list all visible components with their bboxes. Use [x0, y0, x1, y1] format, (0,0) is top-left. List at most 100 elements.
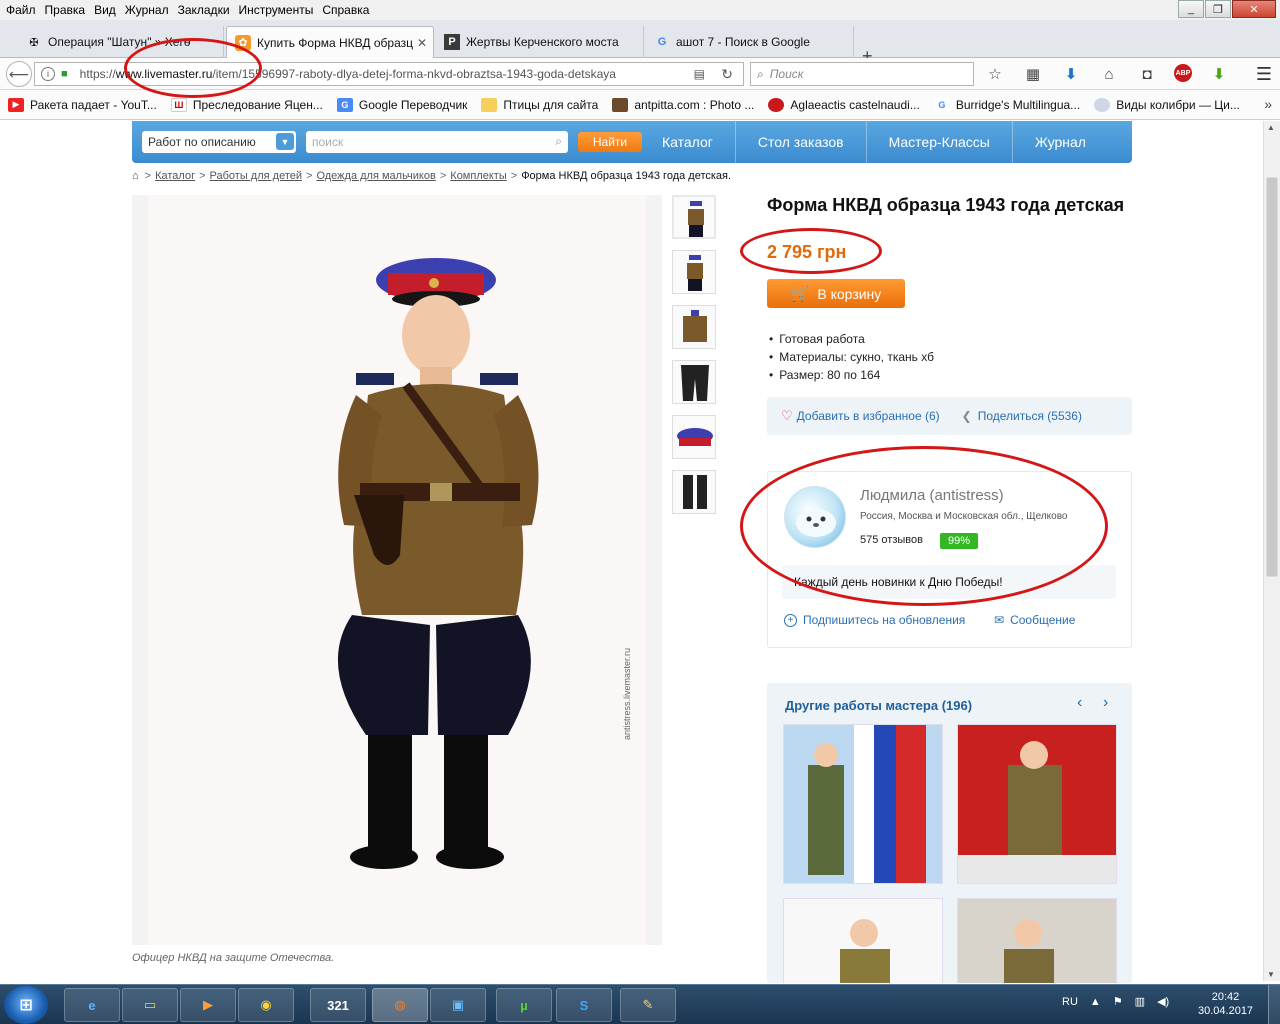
find-button[interactable]: Найти — [578, 132, 642, 152]
download-helper-icon[interactable]: ⬇ — [1208, 64, 1230, 84]
tray-arrow-icon[interactable]: ▲ — [1090, 996, 1101, 1008]
tab-livemaster-active[interactable]: ✿ Купить Форма НКВД образц ✕ — [226, 26, 434, 58]
nav-orders[interactable]: Стол заказов — [734, 121, 866, 163]
select-value: Работ по описанию — [148, 135, 256, 149]
start-button[interactable]: ⊞ — [4, 986, 48, 1024]
system-clock[interactable]: 20:42 30.04.2017 — [1198, 990, 1253, 1018]
show-desktop-button[interactable] — [1268, 985, 1280, 1024]
product-photo-area — [148, 195, 646, 945]
bookmark-aglaeactis[interactable]: Aglaeactis castelnaudi... — [768, 97, 920, 112]
share-icon[interactable]: ❮ — [962, 409, 972, 423]
bookmark-yatsen[interactable]: Ш Преследование Яцен... — [170, 97, 323, 112]
back-button[interactable]: ⟵ — [6, 61, 32, 87]
menu-file[interactable]: Файл — [6, 3, 36, 17]
media-player-icon[interactable]: ▶ — [180, 988, 236, 1022]
chevron-left-icon[interactable]: ‹ — [1077, 694, 1082, 712]
site-search-input[interactable]: поиск ⌕ — [306, 131, 568, 153]
breadcrumb-boys-clothes[interactable]: Одежда для мальчиков — [316, 170, 435, 182]
home-icon[interactable]: ⌂ — [132, 170, 139, 182]
nav-masterclasses[interactable]: Мастер-Классы — [865, 121, 1012, 163]
bookmark-youtube[interactable]: ▶ Ракета падает - YouT... — [8, 97, 157, 112]
menu-tools[interactable]: Инструменты — [239, 3, 314, 17]
browser-search-input[interactable]: ⌕ Поиск — [750, 62, 974, 86]
breadcrumb-kids-works[interactable]: Работы для детей — [210, 170, 302, 182]
thumbnail-full-uniform[interactable] — [672, 195, 716, 239]
product-main-photo[interactable]: antistress.livemaster.ru — [132, 195, 662, 945]
scroll-down-icon[interactable]: ▼ — [1267, 970, 1275, 979]
tab-google-search[interactable]: G ашот 7 - Поиск в Google — [646, 26, 854, 58]
message-link[interactable]: ✉ Сообщение — [994, 613, 1075, 627]
scroll-up-icon[interactable]: ▲ — [1267, 123, 1275, 132]
search-icon: ⌕ — [757, 66, 764, 81]
tab-favicon-icon: ✠ — [29, 36, 39, 49]
adblock-icon[interactable]: ABP — [1174, 64, 1192, 82]
flag-icon[interactable]: ⚑ — [1113, 995, 1123, 1008]
downloads-icon[interactable]: ⬇ — [1060, 64, 1082, 84]
photo-viewer-icon[interactable]: ▣ — [430, 988, 486, 1022]
menu-history[interactable]: Журнал — [125, 3, 169, 17]
network-icon[interactable]: ▥ — [1135, 995, 1145, 1008]
menu-view[interactable]: Вид — [94, 3, 116, 17]
utorrent-icon[interactable]: µ — [496, 988, 552, 1022]
maximize-button[interactable]: ❐ — [1205, 0, 1231, 18]
explorer-icon[interactable]: ▭ — [122, 988, 178, 1022]
tab-kerch-bridge[interactable]: P Жертвы Керченского моста — [436, 26, 644, 58]
menu-bookmarks[interactable]: Закладки — [178, 3, 230, 17]
other-work-salute-boy[interactable] — [783, 898, 943, 983]
google-favicon-icon: G — [657, 36, 667, 48]
bookmark-star-icon[interactable]: ☆ — [984, 64, 1006, 84]
menu-edit[interactable]: Правка — [45, 3, 86, 17]
ie-icon[interactable]: e — [64, 988, 120, 1022]
globe-icon — [1094, 97, 1111, 112]
firefox-icon[interactable]: ◍ — [372, 988, 428, 1022]
other-work-paratrooper[interactable] — [783, 724, 943, 884]
share-link[interactable]: Поделиться (5536) — [978, 409, 1082, 423]
reload-icon[interactable]: ↻ — [721, 66, 733, 83]
home-icon[interactable]: ⌂ — [1098, 64, 1120, 84]
bookmarks-overflow-icon[interactable]: » — [1264, 96, 1272, 112]
skype-icon[interactable]: S — [556, 988, 612, 1022]
chevron-right-icon[interactable]: › — [1103, 694, 1108, 712]
breadcrumb-catalog[interactable]: Каталог — [155, 170, 195, 182]
heart-icon[interactable]: ♡ — [781, 408, 793, 424]
minimize-button[interactable]: _ — [1178, 0, 1204, 18]
thumbnail-salute[interactable] — [672, 250, 716, 294]
bookmark-burridge[interactable]: G Burridge's Multilingua... — [933, 97, 1080, 112]
menu-help[interactable]: Справка — [322, 3, 369, 17]
other-works-title[interactable]: Другие работы мастера (196) — [785, 698, 972, 713]
search-scope-select[interactable]: Работ по описанию ▼ — [142, 131, 296, 153]
bookmark-kolibri[interactable]: Виды колибри — Ци... — [1094, 97, 1240, 112]
volume-icon[interactable]: ◀) — [1157, 995, 1169, 1008]
paint-icon[interactable]: ✎ — [620, 988, 676, 1022]
reader-view-icon[interactable]: ▤ — [694, 67, 705, 81]
breadcrumb-separator: > — [144, 170, 152, 182]
language-indicator[interactable]: RU — [1062, 996, 1078, 1008]
page-scrollbar[interactable]: ▲ ▼ — [1263, 121, 1280, 981]
chrome-icon[interactable]: ◉ — [238, 988, 294, 1022]
thumbnail-boots[interactable] — [672, 470, 716, 514]
thumbnail-cap[interactable] — [672, 415, 716, 459]
add-to-cart-button[interactable]: 🛒 В корзину — [767, 279, 905, 308]
scrollbar-thumb[interactable] — [1266, 177, 1278, 577]
info-icon[interactable]: i — [41, 67, 55, 81]
close-window-button[interactable]: ✕ — [1232, 0, 1276, 18]
breadcrumb-sets[interactable]: Комплекты — [450, 170, 506, 182]
pocket-icon[interactable]: ◘ — [1136, 64, 1158, 84]
other-work-winter-boy[interactable] — [957, 898, 1117, 983]
thumbnail-jacket[interactable] — [672, 305, 716, 349]
bookmarks-library-icon[interactable]: ▦ — [1022, 64, 1044, 84]
bookmark-google-translate[interactable]: G Google Переводчик — [336, 97, 468, 112]
bookmark-label: Google Переводчик — [358, 97, 468, 112]
thumbnail-pants[interactable] — [672, 360, 716, 404]
other-work-soviet-uniform[interactable] — [957, 724, 1117, 884]
media-player-classic-icon[interactable]: 321 — [310, 988, 366, 1022]
subscribe-link[interactable]: + Подпишитесь на обновления — [784, 613, 965, 627]
bookmark-birds-folder[interactable]: Птицы для сайта — [481, 97, 598, 112]
close-tab-icon[interactable]: ✕ — [417, 36, 427, 50]
bookmark-antpitta[interactable]: antpitta.com : Photo ... — [612, 97, 754, 112]
add-to-favorites-link[interactable]: Добавить в избранное (6) — [797, 409, 940, 423]
hamburger-menu-icon[interactable]: ☰ — [1256, 64, 1272, 85]
bird-photo-icon — [612, 97, 629, 112]
nav-catalog[interactable]: Каталог — [642, 121, 735, 163]
nav-journal[interactable]: Журнал — [1011, 121, 1108, 163]
